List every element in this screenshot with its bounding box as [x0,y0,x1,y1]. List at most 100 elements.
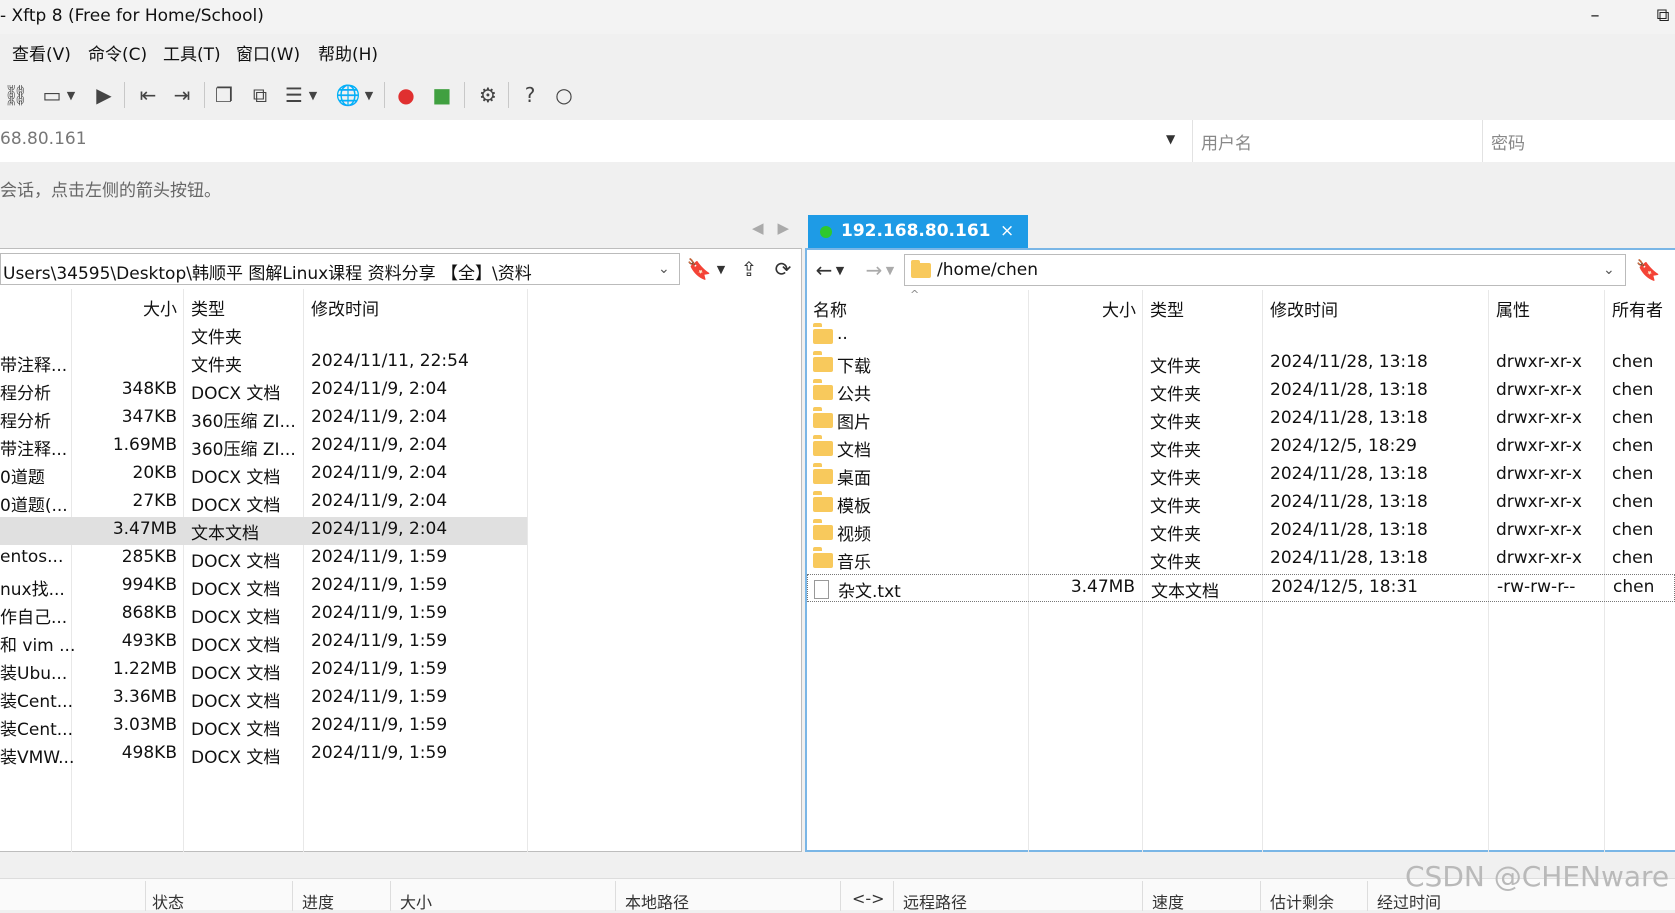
tab-label: 192.168.80.161 [841,221,991,241]
table-row[interactable]: 视频 文件夹 2024/11/28, 13:18 drwxr-xr-x chen [807,518,1675,546]
table-row[interactable]: 模板 文件夹 2024/11/28, 13:18 drwxr-xr-x chen [807,490,1675,518]
table-row[interactable]: 作自己... 868KB DOCX 文档 2024/11/9, 1:59 [0,601,527,629]
dropdown-icon[interactable]: ▼ [833,254,847,286]
xshell-icon[interactable]: ● [392,80,420,110]
parent-folder-icon[interactable]: ⇪ [734,253,764,285]
col-header-name[interactable]: 名称 [813,296,847,322]
folder-icon [813,466,833,486]
file-name: 和 vim ... [0,636,76,656]
table-row[interactable]: 装Ubu... 1.22MB DOCX 文档 2024/11/9, 1:59 [0,657,527,685]
table-row[interactable]: 装Cent... 3.36MB DOCX 文档 2024/11/9, 1:59 [0,685,527,713]
password-field[interactable]: 密码 [1482,120,1675,162]
link-icon[interactable]: ⛓ [2,80,30,110]
dropdown-icon[interactable]: ▼ [883,254,897,286]
table-row[interactable]: 文档 文件夹 2024/12/5, 18:29 drwxr-xr-x chen [807,434,1675,462]
table-row[interactable]: 程分析 347KB 360压缩 ZI... 2024/11/9, 2:04 [0,405,527,433]
bookmark-icon[interactable]: 🔖 [1633,254,1663,286]
copy-icon[interactable]: ❐ [210,80,238,110]
remote-path-input[interactable]: /home/chen ⌄ [904,254,1626,286]
file-modified: 2024/11/28, 13:18 [1270,492,1428,512]
new-session-icon[interactable]: ▭ [38,80,66,110]
username-field[interactable]: 用户名 [1192,120,1482,162]
col-eta[interactable]: 估计剩余 [1270,889,1334,913]
left-transfer-icon[interactable]: ⇤ [134,80,162,110]
col-header-type[interactable]: 类型 [1150,296,1184,322]
dropdown-icon[interactable]: ▼ [362,80,376,110]
table-row[interactable]: 图片 文件夹 2024/11/28, 13:18 drwxr-xr-x chen [807,406,1675,434]
table-row[interactable]: 装Cent... 3.03MB DOCX 文档 2024/11/9, 1:59 [0,713,527,741]
table-row[interactable]: entos... 285KB DOCX 文档 2024/11/9, 1:59 [0,545,527,573]
chevron-down-icon[interactable]: ⌄ [1603,262,1615,278]
col-progress[interactable]: 进度 [302,889,334,913]
file-size: 27KB [132,491,177,511]
file-type: 文件夹 [1150,357,1201,377]
col-header-attr[interactable]: 属性 [1496,296,1530,322]
toolbar-separator [384,82,385,108]
col-header-modified[interactable]: 修改时间 [311,295,379,321]
table-row[interactable]: 带注释... 文件夹 2024/11/11, 22:54 [0,349,527,377]
col-header-modified[interactable]: 修改时间 [1270,296,1338,322]
col-remote-path[interactable]: 远程路径 [903,889,967,913]
minimize-icon[interactable]: – [1575,0,1615,34]
file-type: DOCX 文档 [191,384,281,404]
table-row[interactable]: 装VMW... 498KB DOCX 文档 2024/11/9, 1:59 [0,741,527,769]
dropdown-icon[interactable]: ▼ [64,80,78,110]
bookmark-icon[interactable]: 🔖 [684,253,714,285]
chevron-down-icon[interactable]: ▼ [1166,132,1175,146]
table-row[interactable]: 杂文.txt 3.47MB 文本文档 2024/12/5, 18:31 -rw-rw-r… [807,574,1675,602]
col-header-size[interactable]: 大小 [1102,296,1136,322]
col-header-size[interactable]: 大小 [143,295,177,321]
file-modified: 2024/11/9, 1:59 [311,603,448,623]
chevron-down-icon[interactable]: ⌄ [658,261,670,277]
help-icon[interactable]: ? [516,80,544,110]
col-header-type[interactable]: 类型 [191,295,225,321]
globe-icon[interactable]: 🌐 [334,80,362,110]
col-speed[interactable]: 速度 [1152,889,1184,913]
close-icon[interactable]: × [1000,221,1014,241]
table-row[interactable]: 文件夹 [0,321,527,349]
menu-help[interactable]: 帮助(H) [318,40,378,65]
menu-view[interactable]: 查看(V) [12,40,71,65]
file-modified: 2024/11/28, 13:18 [1270,352,1428,372]
menu-window[interactable]: 窗口(W) [236,40,300,65]
table-row[interactable]: 0道题(... 27KB DOCX 文档 2024/11/9, 2:04 [0,489,527,517]
chat-icon[interactable]: ○ [550,80,578,110]
col-status[interactable]: 状态 [152,889,184,913]
table-row[interactable]: 下载 文件夹 2024/11/28, 13:18 drwxr-xr-x chen [807,350,1675,378]
play-icon[interactable]: ▶ [90,80,118,110]
table-row[interactable]: 0道题 20KB DOCX 文档 2024/11/9, 2:04 [0,461,527,489]
table-row[interactable]: 带注释... 1.69MB 360压缩 ZI... 2024/11/9, 2:04 [0,433,527,461]
table-row[interactable]: nux找... 994KB DOCX 文档 2024/11/9, 1:59 [0,573,527,601]
local-path-input[interactable]: Users\34595\Desktop\韩顺平 图解Linux课程 资料分享 【… [0,253,680,285]
table-row[interactable]: 桌面 文件夹 2024/11/28, 13:18 drwxr-xr-x chen [807,462,1675,490]
table-row[interactable]: 音乐 文件夹 2024/11/28, 13:18 drwxr-xr-x chen [807,546,1675,574]
file-modified: 2024/11/9, 1:59 [311,715,448,735]
menu-tools[interactable]: 工具(T) [163,40,221,65]
xftp-icon[interactable]: ■ [428,80,456,110]
copy-multi-icon[interactable]: ⧉ [246,80,274,110]
restore-icon[interactable]: ⧉ [1643,0,1675,34]
table-row[interactable]: 公共 文件夹 2024/11/28, 13:18 drwxr-xr-x chen [807,378,1675,406]
host-input[interactable]: 68.80.161 [0,129,87,149]
table-row[interactable]: .. [807,322,1675,350]
tab-remote-session[interactable]: 192.168.80.161 × [808,215,1028,248]
col-size[interactable]: 大小 [400,889,432,913]
dropdown-icon[interactable]: ▼ [714,253,728,285]
table-row[interactable]: 和 vim ... 493KB DOCX 文档 2024/11/9, 1:59 [0,629,527,657]
file-modified: 2024/11/9, 1:59 [311,743,448,763]
col-header-owner[interactable]: 所有者 [1612,296,1663,322]
table-row[interactable]: 3.47MB 文本文档 2024/11/9, 2:04 [0,517,527,545]
file-modified: 2024/11/9, 2:04 [311,435,448,455]
right-transfer-icon[interactable]: ⇥ [168,80,196,110]
tab-scroll-arrows[interactable]: ◀▶ [752,219,803,237]
refresh-icon[interactable]: ⟳ [768,253,798,285]
folder-icon [813,550,833,570]
gear-icon[interactable]: ⚙ [474,80,502,110]
file-type: 文本文档 [191,524,259,544]
list-view-icon[interactable]: ☰ [280,80,308,110]
table-row[interactable]: 程分析 348KB DOCX 文档 2024/11/9, 2:04 [0,377,527,405]
col-direction[interactable]: <-> [852,889,885,908]
col-local-path[interactable]: 本地路径 [625,889,689,913]
dropdown-icon[interactable]: ▼ [306,80,320,110]
menu-command[interactable]: 命令(C) [88,40,147,65]
